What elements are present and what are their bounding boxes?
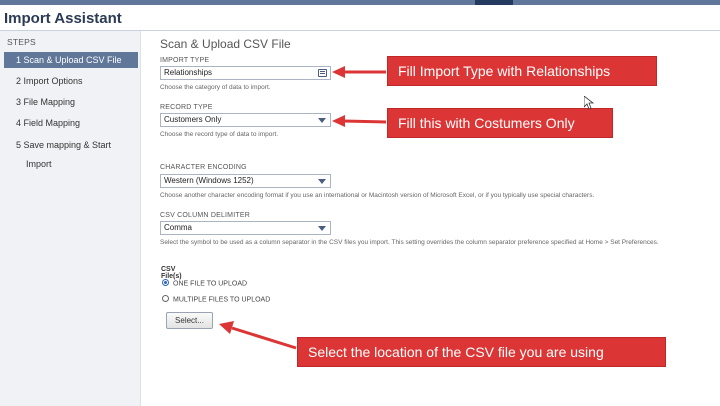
radio-unselected-icon[interactable] [162, 295, 169, 302]
step-save-mapping[interactable]: 5 Save mapping & Start [4, 137, 138, 153]
callout-csv-file: Select the location of the CSV file you … [297, 337, 666, 367]
section-title: Scan & Upload CSV File [160, 37, 291, 51]
top-bar-accent [475, 0, 513, 5]
multiple-files-label: MULTIPLE FILES TO UPLOAD [173, 296, 271, 304]
radio-selected-icon[interactable] [162, 279, 169, 286]
arrowhead-csv-file [219, 321, 234, 334]
record-type-select[interactable]: Customers Only [160, 113, 331, 127]
csv-delimiter-value: Comma [164, 223, 193, 232]
arrow-csv-file [231, 326, 297, 350]
callout-import-type: Fill Import Type with Relationships [387, 56, 657, 86]
character-encoding-select[interactable]: Western (Windows 1252) [160, 174, 331, 188]
character-encoding-value: Western (Windows 1252) [164, 176, 254, 185]
one-file-label: ONE FILE TO UPLOAD [173, 280, 248, 288]
multiple-files-option[interactable]: MULTIPLE FILES TO UPLOAD [162, 295, 271, 306]
arrowhead-import-type [332, 66, 345, 78]
import-type-label: IMPORT TYPE [160, 57, 210, 64]
step-field-mapping[interactable]: 4 Field Mapping [4, 115, 138, 131]
top-bar [0, 0, 720, 5]
record-type-value: Customers Only [164, 115, 222, 124]
step-import-options[interactable]: 2 Import Options [4, 73, 138, 89]
step-save-mapping-continuation: Import [26, 159, 52, 169]
csv-delimiter-select[interactable]: Comma [160, 221, 331, 235]
callout-record-type: Fill this with Costumers Only [387, 108, 613, 138]
import-type-select[interactable]: Relationships [160, 66, 331, 80]
arrow-record-type [342, 119, 387, 124]
chevron-down-icon [318, 179, 326, 184]
steps-heading: STEPS [7, 37, 36, 47]
mouse-cursor-icon [584, 96, 594, 110]
steps-sidebar: STEPS 1 Scan & Upload CSV File 2 Import … [0, 31, 141, 406]
import-type-value: Relationships [164, 68, 213, 77]
arrowhead-record-type [332, 115, 345, 127]
character-encoding-help: Choose another character encoding format… [160, 192, 595, 199]
chevron-down-icon [318, 118, 326, 123]
character-encoding-label: CHARACTER ENCODING [160, 164, 247, 171]
one-file-option[interactable]: ONE FILE TO UPLOAD [162, 279, 248, 290]
popup-picker-icon[interactable] [318, 69, 327, 77]
record-type-help: Choose the record type of data to import… [160, 131, 279, 138]
page-title: Import Assistant [4, 10, 122, 27]
chevron-down-icon [318, 226, 326, 231]
csv-delimiter-help: Select the symbol to be used as a column… [160, 239, 659, 246]
import-type-help: Choose the category of data to import. [160, 84, 271, 91]
step-scan-upload[interactable]: 1 Scan & Upload CSV File [4, 52, 138, 68]
csv-files-label: CSV File(s) [161, 266, 182, 280]
record-type-label: RECORD TYPE [160, 104, 213, 111]
csv-delimiter-label: CSV COLUMN DELIMITER [160, 212, 250, 219]
select-file-button[interactable]: Select... [166, 312, 213, 329]
step-file-mapping[interactable]: 3 File Mapping [4, 94, 138, 110]
